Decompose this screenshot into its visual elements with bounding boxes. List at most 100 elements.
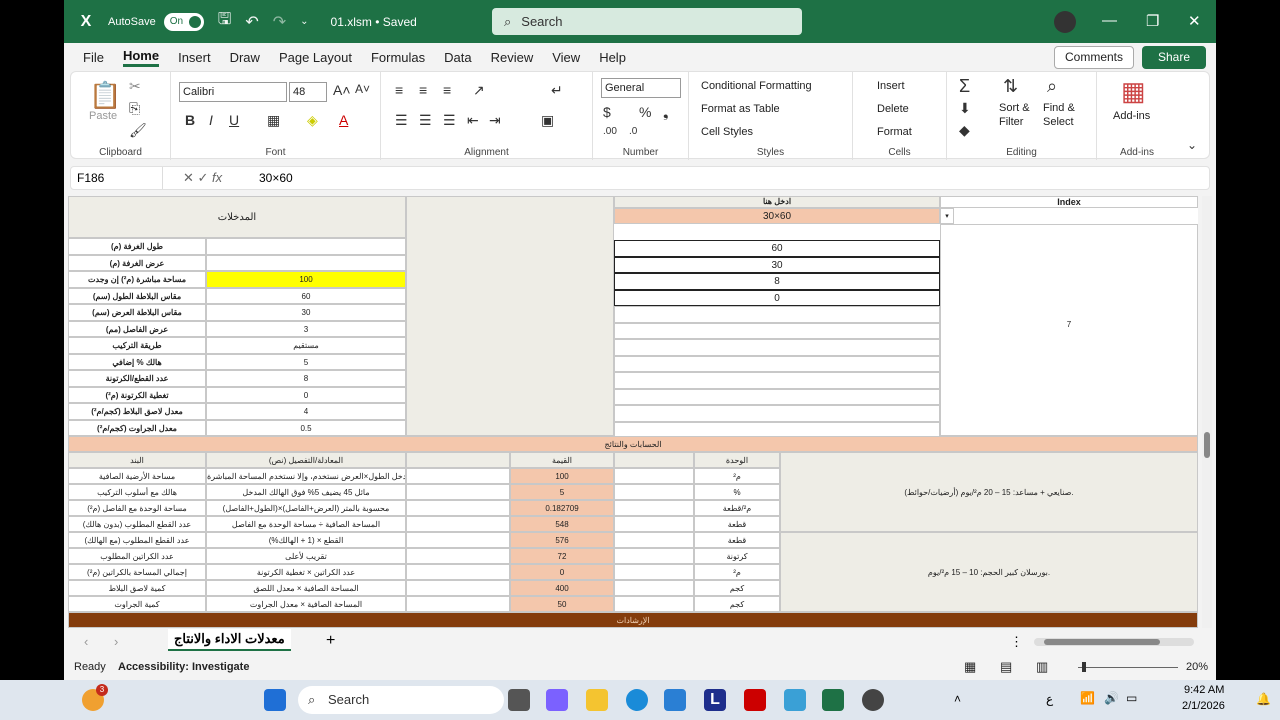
calc-value-cell[interactable]: 5 <box>510 484 614 500</box>
calc-unit-cell[interactable]: م² <box>694 468 780 484</box>
conditional-formatting-button[interactable]: Conditional Formatting <box>701 80 812 92</box>
input-value-cell[interactable]: 100 <box>206 271 406 288</box>
calc-value-cell[interactable]: 548 <box>510 516 614 532</box>
record-app-icon[interactable] <box>862 689 884 711</box>
increase-font-icon[interactable]: A˄ <box>333 82 351 98</box>
decrease-font-icon[interactable]: A˅ <box>355 82 370 96</box>
format-painter-icon[interactable]: 🖌 <box>129 122 147 139</box>
mcafee-icon[interactable] <box>744 689 766 711</box>
calc-unit-cell[interactable]: % <box>694 484 780 500</box>
align-center-icon[interactable]: ☰ <box>419 112 432 129</box>
blank-header-cell-2[interactable] <box>614 452 694 468</box>
top-align-icon[interactable]: ≡ <box>395 82 403 98</box>
format-as-table-button[interactable]: Format as Table <box>701 103 780 115</box>
input-value-cell[interactable]: 3 <box>206 320 406 337</box>
start-icon[interactable] <box>264 689 286 711</box>
empty-result-cell[interactable] <box>614 306 940 323</box>
filter-label[interactable]: Filter <box>999 116 1023 128</box>
app-l-icon[interactable]: L <box>704 689 726 711</box>
zoom-slider-thumb[interactable] <box>1082 662 1086 672</box>
copy-icon[interactable]: ⎘ <box>129 100 140 117</box>
function-icon[interactable]: ✕ ✓ fx <box>183 170 222 186</box>
col-unit-header[interactable]: الوحدة <box>694 452 780 468</box>
font-name-combo[interactable]: Calibri <box>179 82 287 102</box>
selected-value-cell[interactable]: 30×60 <box>614 208 940 224</box>
calc-unit-cell[interactable]: كرتونة <box>694 548 780 564</box>
calc-item-cell[interactable]: عدد القطع المطلوب (مع الهالك) <box>68 532 206 548</box>
addins-icon[interactable]: ▦ <box>1121 76 1146 107</box>
calc-header-cell[interactable]: الحسابات والنتائج <box>68 436 1198 452</box>
calc-blank-cell-2[interactable] <box>614 580 694 596</box>
addins-button[interactable]: Add-ins <box>1113 110 1150 122</box>
sort-label[interactable]: Sort & <box>999 102 1030 114</box>
calc-blank-cell[interactable] <box>406 468 510 484</box>
input-label-cell[interactable]: مقاس البلاطة العرض (سم) <box>68 304 206 321</box>
sort-filter-icon[interactable]: ⇅ <box>1003 76 1018 97</box>
calc-value-cell[interactable]: 50 <box>510 596 614 612</box>
next-sheet-icon[interactable]: › <box>114 634 118 649</box>
cut-icon[interactable]: ✂ <box>129 78 141 95</box>
borders-icon[interactable]: ▦ <box>267 112 280 129</box>
find-icon[interactable]: ⌕ <box>1047 76 1057 97</box>
share-button[interactable]: Share <box>1142 46 1206 69</box>
empty-result-cell[interactable] <box>614 388 940 405</box>
input-label-cell[interactable]: معدل الجراوت (كجم/م²) <box>68 419 206 436</box>
store-icon[interactable] <box>664 689 686 711</box>
input-label-cell[interactable]: عرض الفاصل (مم) <box>68 320 206 337</box>
search-box[interactable]: ⌕ Search <box>492 8 802 35</box>
bottom-align-icon[interactable]: ≡ <box>443 82 451 98</box>
accessibility-status[interactable]: Accessibility: Investigate <box>118 661 249 673</box>
wifi-icon[interactable]: 📶 <box>1080 691 1095 705</box>
input-result-cell[interactable]: 0 <box>614 289 940 306</box>
calc-formula-cell[interactable]: (الطول+الفاصل)×(العرض+الفاصل) محسوبة بال… <box>206 500 406 516</box>
calc-item-cell[interactable]: مساحة الأرضية الصافية <box>68 468 206 484</box>
percent-icon[interactable]: % <box>639 104 651 120</box>
calc-formula-cell[interactable]: المساحة الصافية × معدل اللصق <box>206 580 406 596</box>
empty-result-cell[interactable] <box>614 372 940 389</box>
orientation-icon[interactable]: ↗ <box>473 82 485 99</box>
maximize-icon[interactable]: ❐ <box>1146 12 1159 30</box>
calc-blank-cell[interactable] <box>406 580 510 596</box>
input-result-cell[interactable]: 30 <box>614 256 940 273</box>
excel-taskbar-icon[interactable] <box>822 689 844 711</box>
calc-blank-cell-2[interactable] <box>614 468 694 484</box>
calc-blank-cell-2[interactable] <box>614 548 694 564</box>
calc-formula-cell[interactable]: المساحة الصافية × معدل الجراوت <box>206 596 406 612</box>
autosum-icon[interactable]: Σ <box>959 76 970 97</box>
zoom-slider[interactable] <box>1078 662 1178 672</box>
calc-value-cell[interactable]: 72 <box>510 548 614 564</box>
calc-blank-cell-2[interactable] <box>614 500 694 516</box>
document-filename[interactable]: 01.xlsm • Saved <box>331 15 417 29</box>
input-value-cell[interactable] <box>206 238 406 255</box>
calc-blank-cell-2[interactable] <box>614 516 694 532</box>
dropdown-icon[interactable]: ▾ <box>940 208 954 224</box>
vertical-scrollbar[interactable] <box>1202 196 1212 628</box>
calc-formula-cell[interactable]: مائل 45 يضيف 5% فوق الهالك المدخل <box>206 484 406 500</box>
tab-review[interactable]: Review <box>491 50 534 65</box>
calc-blank-cell[interactable] <box>406 548 510 564</box>
calc-blank-cell-2[interactable] <box>614 596 694 612</box>
input-label-cell[interactable]: تغطية الكرتونة (م²) <box>68 386 206 403</box>
input-value-cell[interactable]: مستقيم <box>206 337 406 354</box>
calc-blank-cell[interactable] <box>406 516 510 532</box>
col-item-header[interactable]: البند <box>68 452 206 468</box>
add-sheet-icon[interactable]: + <box>326 632 335 650</box>
calc-blank-cell[interactable] <box>406 532 510 548</box>
currency-icon[interactable]: $ <box>603 104 611 120</box>
name-box[interactable]: F186 <box>71 167 163 189</box>
insert-cells-button[interactable]: Insert <box>877 80 905 92</box>
page-layout-view-icon[interactable]: ▤ <box>1000 659 1012 675</box>
calc-item-cell[interactable]: هالك مع أسلوب التركيب <box>68 484 206 500</box>
tab-help[interactable]: Help <box>599 50 626 65</box>
indent-increase-icon[interactable]: ⇥ <box>489 112 501 129</box>
input-value-cell[interactable] <box>206 254 406 271</box>
cell-styles-button[interactable]: Cell Styles <box>701 126 753 138</box>
calc-blank-cell-2[interactable] <box>614 532 694 548</box>
format-cells-button[interactable]: Format <box>877 126 912 138</box>
paste-icon[interactable]: 📋 <box>89 80 121 111</box>
collapse-ribbon-icon[interactable]: ⌄ <box>1187 138 1197 152</box>
input-result-cell[interactable]: 8 <box>614 273 940 290</box>
col-formula-header[interactable]: المعادلة/التفصيل (نص) <box>206 452 406 468</box>
formula-input[interactable]: 30×60 <box>259 171 293 185</box>
middle-align-icon[interactable]: ≡ <box>419 82 427 98</box>
